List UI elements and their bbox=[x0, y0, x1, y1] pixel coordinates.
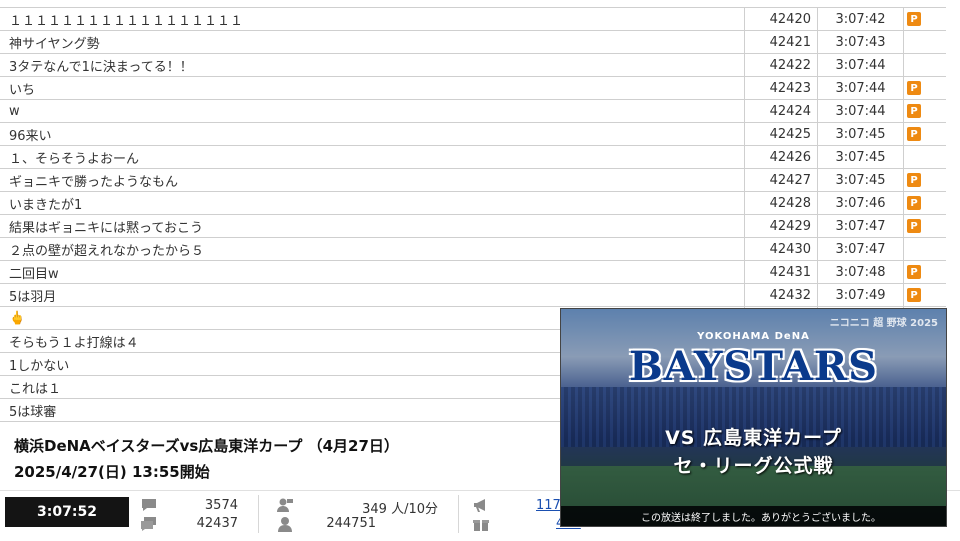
comment-row[interactable]: 神サイヤング勢 42421 3:07:43 bbox=[0, 31, 946, 54]
comment-text: 96来い bbox=[0, 123, 745, 145]
comment-text: １、そらそうよおーん bbox=[0, 146, 745, 168]
comment-time: 3:07:45 bbox=[818, 169, 904, 191]
ad-megaphone-icon bbox=[474, 499, 485, 512]
comment-text: 結果はギョニキには黙っておこう bbox=[0, 215, 745, 237]
comment-time: 3:07:45 bbox=[818, 123, 904, 145]
baystars-logo: BAYSTARS bbox=[628, 343, 879, 390]
comment-number: 42432 bbox=[745, 284, 818, 306]
comment-time: 3:07:47 bbox=[818, 215, 904, 237]
premium-cell: P bbox=[904, 261, 946, 283]
comments-stack-icon bbox=[141, 517, 156, 531]
premium-badge-icon: P bbox=[907, 173, 921, 187]
matchup-text: VS 広島東洋カープ bbox=[665, 427, 842, 449]
comment-number: 42422 bbox=[745, 54, 818, 76]
comment-text: １１１１１１１１１１１１１１１１１１ bbox=[0, 8, 745, 30]
comment-row[interactable]: いち 42423 3:07:44 P bbox=[0, 77, 946, 100]
comment-row[interactable]: 5は羽月 42432 3:07:49 P bbox=[0, 284, 946, 307]
comment-row[interactable]: いまきたが1 42428 3:07:46 P bbox=[0, 192, 946, 215]
comment-number: 42430 bbox=[745, 238, 818, 260]
comment-number: 42431 bbox=[745, 261, 818, 283]
comment-row[interactable]: １、そらそうよおーん 42426 3:07:45 bbox=[0, 146, 946, 169]
premium-badge-icon: P bbox=[907, 12, 921, 26]
niconico-watermark: ニコニコ 超 野球 2025 bbox=[829, 318, 938, 329]
comment-time: 3:07:48 bbox=[818, 261, 904, 283]
active-users: 349 人/10分 bbox=[362, 502, 438, 517]
comment-time: 3:07:44 bbox=[818, 100, 904, 122]
divider bbox=[258, 495, 259, 533]
comment-text: いまきたが1 bbox=[0, 192, 745, 214]
comment-text: ２点の壁が超えれなかったから５ bbox=[0, 238, 745, 260]
comment-row[interactable]: 96来い 42425 3:07:45 P bbox=[0, 123, 946, 146]
premium-cell bbox=[904, 146, 946, 168]
premium-cell: P bbox=[904, 169, 946, 191]
program-info: 横浜DeNAベイスターズvs広島東洋カープ （4月27日） 2025/4/27(… bbox=[14, 433, 399, 485]
team-logo-small-text: YOKOHAMA DeNA bbox=[697, 331, 810, 342]
timeshift-count: 244751 bbox=[326, 516, 376, 531]
premium-cell: P bbox=[904, 284, 946, 306]
premium-badge-icon: P bbox=[907, 104, 921, 118]
premium-cell bbox=[904, 54, 946, 76]
comment-row[interactable]: ギョニキで勝ったようなもん 42427 3:07:45 P bbox=[0, 169, 946, 192]
broadcast-ended-caption: この放送は終了しました。ありがとうございました。 bbox=[561, 506, 946, 526]
comment-number: 42424 bbox=[745, 100, 818, 122]
league-text: セ・リーグ公式戦 bbox=[673, 455, 834, 477]
premium-cell: P bbox=[904, 123, 946, 145]
premium-badge-icon: P bbox=[907, 127, 921, 141]
program-title: 横浜DeNAベイスターズvs広島東洋カープ （4月27日） bbox=[14, 437, 399, 455]
comment-number: 42429 bbox=[745, 215, 818, 237]
comment-number: 42426 bbox=[745, 146, 818, 168]
comment-number: 42421 bbox=[745, 31, 818, 53]
premium-badge-icon: P bbox=[907, 288, 921, 302]
comment-row[interactable]: 3タテなんで1に決まってる！！ 42422 3:07:44 bbox=[0, 54, 946, 77]
active-users-icon bbox=[277, 498, 293, 512]
premium-cell: P bbox=[904, 192, 946, 214]
gift-icon bbox=[473, 520, 489, 531]
comment-time: 3:07:45 bbox=[818, 146, 904, 168]
premium-cell: P bbox=[904, 100, 946, 122]
comment-time: 3:07:47 bbox=[818, 238, 904, 260]
comment-number: 42428 bbox=[745, 192, 818, 214]
comment-time: 3:07:44 bbox=[818, 77, 904, 99]
elapsed-time: 3:07:52 bbox=[5, 497, 129, 527]
comment-row[interactable]: 結果はギョニキには黙っておこう 42429 3:07:47 P bbox=[0, 215, 946, 238]
comment-text: ギョニキで勝ったようなもん bbox=[0, 169, 745, 191]
comment-text: 神サイヤング勢 bbox=[0, 31, 745, 53]
premium-badge-icon: P bbox=[907, 265, 921, 279]
comment-number: 42427 bbox=[745, 169, 818, 191]
comment-text: 3タテなんで1に決まってる！！ bbox=[0, 54, 745, 76]
premium-cell: P bbox=[904, 215, 946, 237]
viewer-count: 3574 bbox=[204, 498, 238, 513]
comment-number: 42423 bbox=[745, 77, 818, 99]
comment-time: 3:07:46 bbox=[818, 192, 904, 214]
premium-badge-icon: P bbox=[907, 81, 921, 95]
comment-time: 3:07:43 bbox=[818, 31, 904, 53]
comment-number: 42420 bbox=[745, 8, 818, 30]
premium-badge-icon: P bbox=[907, 196, 921, 210]
divider bbox=[458, 495, 459, 533]
comment-bubble-icon bbox=[142, 499, 156, 511]
premium-badge-icon: P bbox=[907, 219, 921, 233]
comment-number: 42425 bbox=[745, 123, 818, 145]
comment-row[interactable]: １１１１１１１１１１１１１１１１１１ 42420 3:07:42 P bbox=[0, 8, 946, 31]
comment-time: 3:07:42 bbox=[818, 8, 904, 30]
comment-count: 42437 bbox=[196, 516, 238, 531]
comment-text: w bbox=[0, 100, 745, 122]
premium-cell: P bbox=[904, 8, 946, 30]
program-start-time: 2025/4/27(日) 13:55開始 bbox=[14, 463, 210, 481]
premium-cell bbox=[904, 31, 946, 53]
comment-text: 二回目w bbox=[0, 261, 745, 283]
person-icon bbox=[278, 517, 292, 532]
premium-cell: P bbox=[904, 77, 946, 99]
comment-row[interactable]: 二回目w 42431 3:07:48 P bbox=[0, 261, 946, 284]
comment-time: 3:07:49 bbox=[818, 284, 904, 306]
comment-text: 5は羽月 bbox=[0, 284, 745, 306]
comment-text: いち bbox=[0, 77, 745, 99]
video-player[interactable]: ニコニコ 超 野球 2025 YOKOHAMA DeNA BAYSTARS VS… bbox=[560, 308, 947, 527]
comment-row[interactable]: w 42424 3:07:44 P bbox=[0, 100, 946, 123]
comment-row[interactable]: ２点の壁が超えれなかったから５ 42430 3:07:47 bbox=[0, 238, 946, 261]
comment-time: 3:07:44 bbox=[818, 54, 904, 76]
premium-cell bbox=[904, 238, 946, 260]
comment-scrollbar[interactable] bbox=[946, 7, 960, 425]
